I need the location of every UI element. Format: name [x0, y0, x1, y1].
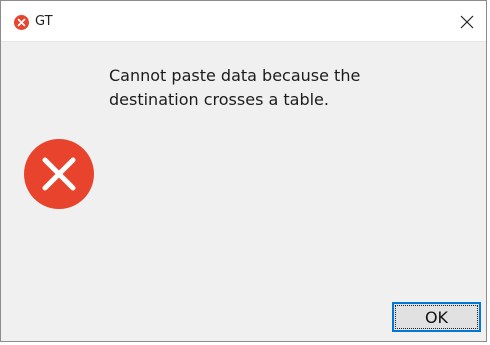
- ok-button[interactable]: OK: [392, 302, 481, 332]
- ok-button-label: OK: [424, 307, 449, 327]
- window-title: GT: [35, 14, 53, 29]
- app-error-icon: [14, 15, 29, 30]
- dialog-message: Cannot paste data because the destinatio…: [109, 66, 361, 109]
- close-icon: [460, 15, 474, 29]
- error-icon: [24, 139, 94, 209]
- error-dialog: GT Cannot paste data because the destina…: [0, 0, 487, 342]
- close-button[interactable]: [453, 9, 481, 35]
- title-bar: GT: [1, 1, 486, 42]
